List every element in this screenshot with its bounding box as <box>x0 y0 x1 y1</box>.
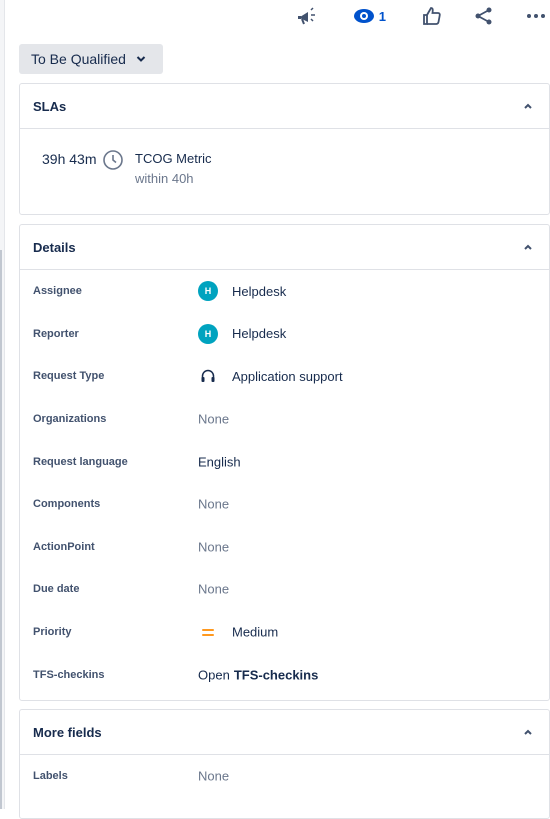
field-label: Reporter <box>33 327 79 340</box>
details-collapse-button[interactable] <box>520 239 536 255</box>
tfs-link-text: TFS-checkins <box>233 667 319 683</box>
field-value[interactable]: None <box>198 539 229 554</box>
field-value[interactable]: H Helpdesk <box>198 323 287 344</box>
more-fields-panel-header[interactable]: More fields <box>20 710 549 755</box>
sla-panel-title: SLAs <box>33 98 67 114</box>
field-organizations[interactable]: Organizations None <box>20 398 549 441</box>
field-value[interactable]: Medium <box>198 625 278 640</box>
avatar: H <box>198 323 218 344</box>
chevron-up-icon <box>524 244 532 250</box>
field-label: Labels <box>33 770 68 783</box>
tfs-prefix: Open <box>198 667 230 683</box>
sla-panel: SLAs 39h 43m TCOG Metric within 40h <box>19 83 550 215</box>
field-value[interactable]: None <box>198 412 229 427</box>
sla-time-remaining: 39h 43m <box>42 151 97 167</box>
chevron-up-icon <box>524 729 532 735</box>
watch-count: 1 <box>378 8 386 24</box>
field-due-date[interactable]: Due date None <box>20 568 549 611</box>
share-button[interactable] <box>474 0 494 32</box>
field-request-language[interactable]: Request language English <box>20 440 549 483</box>
issue-toolbar: 1 <box>285 0 550 32</box>
field-priority[interactable]: Priority Medium <box>20 611 549 654</box>
field-label: ActionPoint <box>33 540 95 553</box>
clock-icon <box>103 150 123 170</box>
field-value[interactable]: None <box>198 769 229 784</box>
field-value[interactable]: H Helpdesk <box>198 281 287 302</box>
field-label: Components <box>33 498 101 511</box>
chevron-down-icon <box>136 56 146 62</box>
field-tfs-checkins[interactable]: TFS-checkins Open TFS-checkins <box>20 653 549 696</box>
field-labels[interactable]: Labels None <box>20 755 549 798</box>
field-label: Request Type <box>33 370 105 383</box>
details-panel-title: Details <box>33 239 76 255</box>
watch-button[interactable]: 1 <box>353 0 386 32</box>
details-panel: Details Assignee H Helpdesk Reporter H H… <box>19 224 550 701</box>
like-button[interactable] <box>422 0 442 32</box>
field-request-type[interactable]: Request Type Application support <box>20 355 549 398</box>
field-label: Priority <box>33 626 72 639</box>
sla-collapse-button[interactable] <box>520 98 536 114</box>
more-actions-button[interactable] <box>526 0 546 32</box>
field-value[interactable]: Application support <box>198 368 343 384</box>
priority-medium-icon <box>202 628 214 636</box>
field-label: Request language <box>33 455 128 468</box>
priority-value: Medium <box>232 624 279 640</box>
field-components[interactable]: Components None <box>20 483 549 526</box>
field-assignee[interactable]: Assignee H Helpdesk <box>20 270 549 313</box>
share-icon <box>475 7 492 25</box>
request-type-value: Application support <box>232 368 343 384</box>
reporter-name: Helpdesk <box>232 326 287 342</box>
thumbs-up-icon <box>423 7 441 25</box>
field-action-point[interactable]: ActionPoint None <box>20 526 549 569</box>
more-fields-panel-title: More fields <box>33 724 102 740</box>
sla-metric-name: TCOG Metric <box>135 151 212 166</box>
more-fields-panel: More fields Labels None <box>19 709 550 819</box>
megaphone-icon <box>297 7 315 25</box>
field-label: Due date <box>33 583 80 596</box>
eye-icon <box>353 9 374 23</box>
field-value[interactable]: English <box>198 454 241 469</box>
more-fields-collapse-button[interactable] <box>520 724 536 740</box>
more-icon <box>527 14 545 18</box>
sla-metric-target: within 40h <box>135 171 194 186</box>
tfs-checkins-link[interactable]: Open TFS-checkins <box>198 667 318 682</box>
status-dropdown[interactable]: To Be Qualified <box>19 44 163 74</box>
headset-icon <box>201 370 215 383</box>
feedback-button[interactable] <box>297 0 317 32</box>
field-value[interactable]: None <box>198 497 229 512</box>
assignee-name: Helpdesk <box>232 283 287 299</box>
details-panel-header[interactable]: Details <box>20 225 549 270</box>
sla-panel-header[interactable]: SLAs <box>20 84 549 129</box>
field-value[interactable]: None <box>198 582 229 597</box>
sla-item: 39h 43m TCOG Metric within 40h <box>20 129 549 214</box>
left-panel-scrollbar[interactable] <box>0 250 2 809</box>
status-label: To Be Qualified <box>31 51 126 67</box>
field-label: Organizations <box>33 413 107 426</box>
avatar: H <box>198 281 218 302</box>
chevron-up-icon <box>524 103 532 109</box>
field-reporter[interactable]: Reporter H Helpdesk <box>20 313 549 356</box>
field-label: TFS-checkins <box>33 668 105 681</box>
field-label: Assignee <box>33 285 82 298</box>
